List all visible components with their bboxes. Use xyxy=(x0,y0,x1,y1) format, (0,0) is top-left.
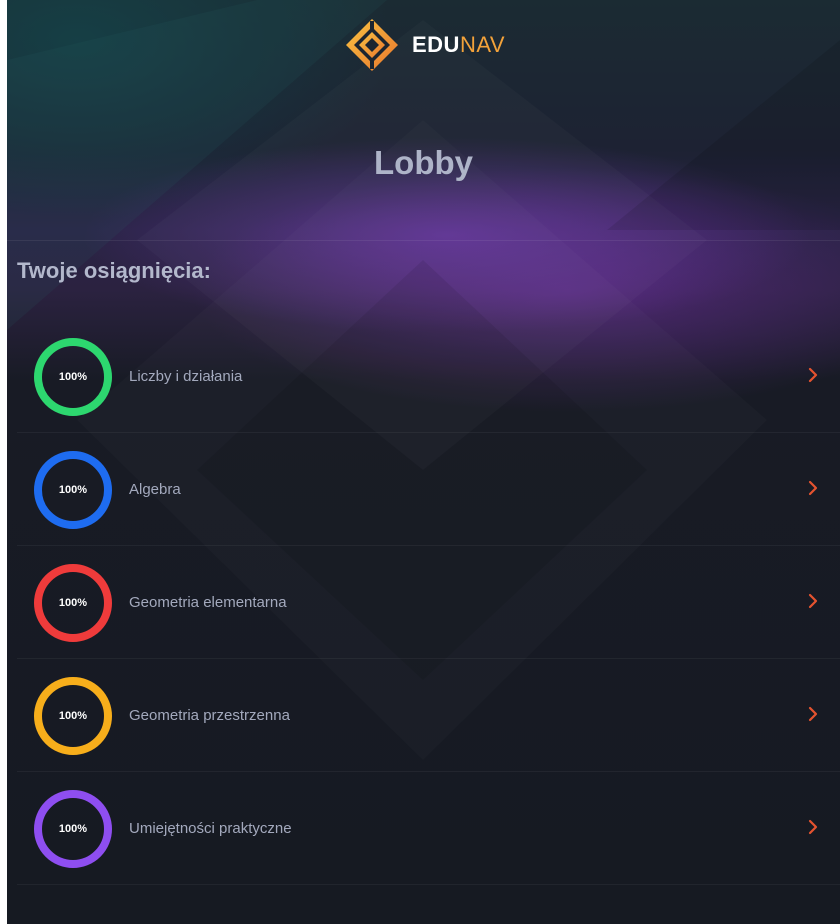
progress-ring: 100% xyxy=(34,451,112,529)
progress-ring: 100% xyxy=(34,790,112,868)
chevron-right-icon[interactable] xyxy=(806,704,820,724)
achievements-list: 100% Liczby i działania 100% Algebra 100… xyxy=(7,320,840,885)
achievement-label: Geometria elementarna xyxy=(129,594,287,611)
brand-name: EDUNAV xyxy=(412,34,505,56)
progress-percent: 100% xyxy=(58,597,88,609)
progress-ring: 100% xyxy=(34,564,112,642)
achievement-row-liczby[interactable]: 100% Liczby i działania xyxy=(17,320,840,433)
achievement-label: Algebra xyxy=(129,481,181,498)
chevron-right-icon[interactable] xyxy=(806,817,820,837)
achievement-label: Umiejętności praktyczne xyxy=(129,820,292,837)
progress-percent: 100% xyxy=(58,484,88,496)
progress-percent: 100% xyxy=(58,823,88,835)
progress-percent: 100% xyxy=(58,371,88,383)
chevron-right-icon[interactable] xyxy=(806,365,820,385)
edunav-diamond-logo-icon xyxy=(346,19,398,71)
achievement-row-geometria-elementarna[interactable]: 100% Geometria elementarna xyxy=(17,546,840,659)
progress-ring: 100% xyxy=(34,338,112,416)
achievement-label: Geometria przestrzenna xyxy=(129,707,290,724)
progress-percent: 100% xyxy=(58,710,88,722)
achievement-row-geometria-przestrzenna[interactable]: 100% Geometria przestrzenna xyxy=(17,659,840,772)
chevron-right-icon[interactable] xyxy=(806,478,820,498)
chevron-right-icon[interactable] xyxy=(806,591,820,611)
brand-nav: NAV xyxy=(459,32,506,57)
achievement-row-umiejetnosci[interactable]: 100% Umiejętności praktyczne xyxy=(17,772,840,885)
achievement-label: Liczby i działania xyxy=(129,368,243,385)
header-divider xyxy=(7,240,840,241)
achievements-heading: Twoje osiągnięcia: xyxy=(17,258,211,283)
page-title: Lobby xyxy=(374,144,473,181)
achievement-row-algebra[interactable]: 100% Algebra xyxy=(17,433,840,546)
brand-edu: EDU xyxy=(412,32,460,57)
app-screen: EDUNAV Lobby Twoje osiągnięcia: 100% Lic… xyxy=(7,0,840,924)
brand-logo[interactable]: EDUNAV xyxy=(344,17,505,73)
progress-ring: 100% xyxy=(34,677,112,755)
